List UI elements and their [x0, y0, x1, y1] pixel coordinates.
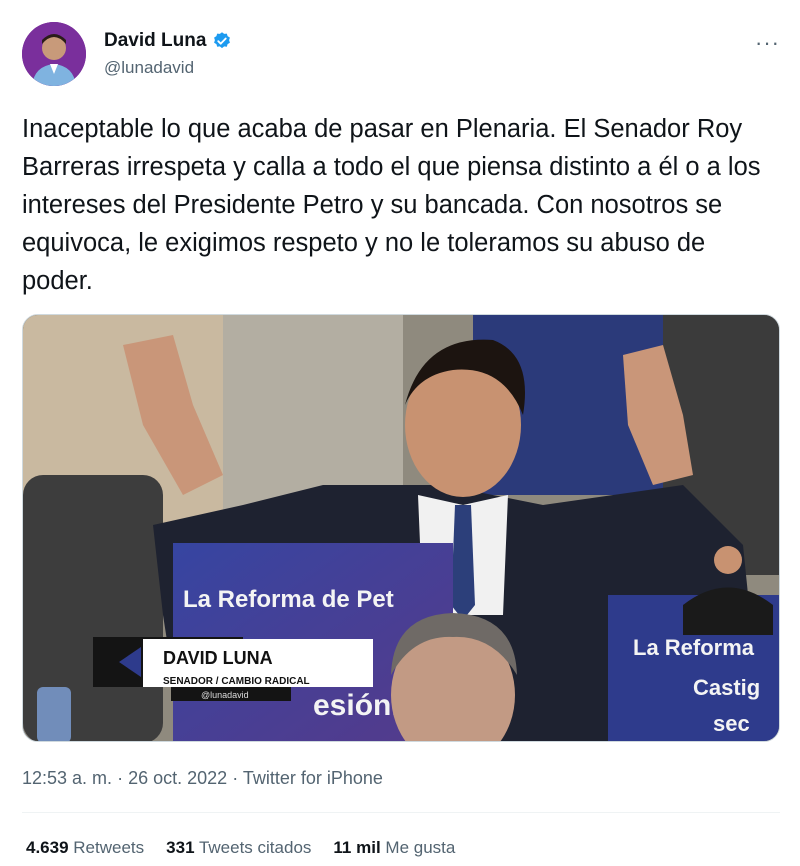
quotes-count: 331 [166, 838, 195, 857]
tweet-meta: 12:53 a. m. · 26 oct. 2022 · Twitter for… [22, 768, 383, 789]
more-options-icon[interactable]: ··· [755, 30, 780, 56]
tweet-text: Inaceptable lo que acaba de pasar en Ple… [22, 115, 761, 295]
verified-badge-icon [212, 31, 232, 51]
author-avatar[interactable] [22, 22, 86, 86]
sign-right-text-2: Castig [693, 675, 760, 700]
quotes-label: Tweets citados [198, 838, 312, 857]
tweet-source[interactable]: Twitter for iPhone [243, 768, 383, 788]
author-display-name[interactable]: David Luna [104, 30, 206, 52]
meta-separator: · [117, 768, 129, 788]
quotes-stat[interactable]: 331 Tweets citados [166, 838, 311, 858]
lower-third-name: DAVID LUNA [163, 648, 273, 668]
tweet-header: David Luna @lunadavid ··· [22, 22, 782, 86]
tweet-date[interactable]: 26 oct. 2022 [128, 768, 227, 788]
sign-left-text-2: esión. [313, 689, 400, 722]
tweet-media[interactable]: La Reforma de Pet esión. La Reforma Cast… [22, 314, 780, 742]
author-handle[interactable]: @lunadavid [104, 58, 194, 78]
tweet-stats: 4.639 Retweets 331 Tweets citados 11 mil… [26, 838, 455, 858]
likes-stat[interactable]: 11 mil Me gusta [333, 838, 455, 858]
sign-right-text-3: sec [713, 711, 750, 736]
meta-separator: · [232, 768, 243, 788]
sign-right-text: La Reforma [633, 635, 755, 660]
retweets-stat[interactable]: 4.639 Retweets [26, 838, 144, 858]
tweet-time[interactable]: 12:53 a. m. [22, 768, 112, 788]
sign-left-text: La Reforma de Pet [183, 586, 394, 613]
lower-third-role: SENADOR / CAMBIO RADICAL [163, 676, 310, 687]
lower-third-handle: @lunadavid [201, 690, 249, 700]
divider [22, 812, 780, 813]
likes-count: 11 mil [333, 838, 381, 857]
retweets-label: Retweets [73, 838, 145, 857]
likes-label: Me gusta [385, 838, 456, 857]
author-name-row: David Luna [104, 30, 232, 52]
retweets-count: 4.639 [26, 838, 69, 857]
